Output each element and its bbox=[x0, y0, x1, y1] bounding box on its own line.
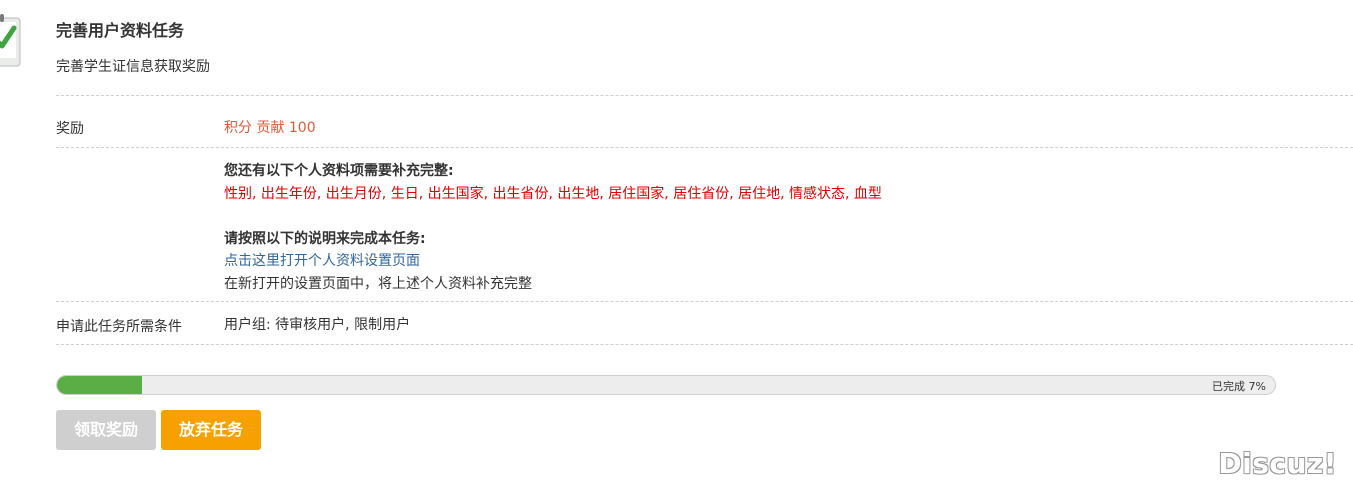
progress-text: 已完成 7% bbox=[1212, 380, 1266, 393]
task-description: 完善学生证信息获取奖励 bbox=[56, 59, 210, 75]
abandon-task-button[interactable]: 放弃任务 bbox=[161, 410, 261, 450]
requirements-value: 用户组: 待审核用户, 限制用户 bbox=[224, 317, 411, 333]
discuz-logo: Discuz! bbox=[1218, 447, 1337, 480]
missing-profile-heading: 您还有以下个人资料项需要补充完整: bbox=[224, 163, 454, 179]
claim-reward-button[interactable]: 领取奖励 bbox=[56, 410, 156, 450]
divider bbox=[56, 301, 1353, 302]
divider bbox=[56, 147, 1353, 148]
task-complete-icon bbox=[0, 14, 24, 70]
divider bbox=[56, 344, 1353, 345]
reward-label: 奖励 bbox=[56, 121, 84, 137]
open-profile-settings-link[interactable]: 点击这里打开个人资料设置页面 bbox=[224, 250, 420, 270]
instruction-text: 在新打开的设置页面中，将上述个人资料补充完整 bbox=[224, 276, 532, 292]
reward-value: 积分 贡献 100 bbox=[224, 120, 316, 136]
requirements-label: 申请此任务所需条件 bbox=[56, 319, 182, 335]
divider bbox=[56, 95, 1353, 96]
progress-fill bbox=[57, 376, 143, 394]
task-progress-bar: 已完成 7% bbox=[56, 375, 1276, 395]
missing-profile-fields: 性别, 出生年份, 出生月份, 生日, 出生国家, 出生省份, 出生地, 居住国… bbox=[224, 186, 882, 202]
task-title: 完善用户资料任务 bbox=[56, 21, 185, 40]
instructions-heading: 请按照以下的说明来完成本任务: bbox=[224, 231, 426, 247]
